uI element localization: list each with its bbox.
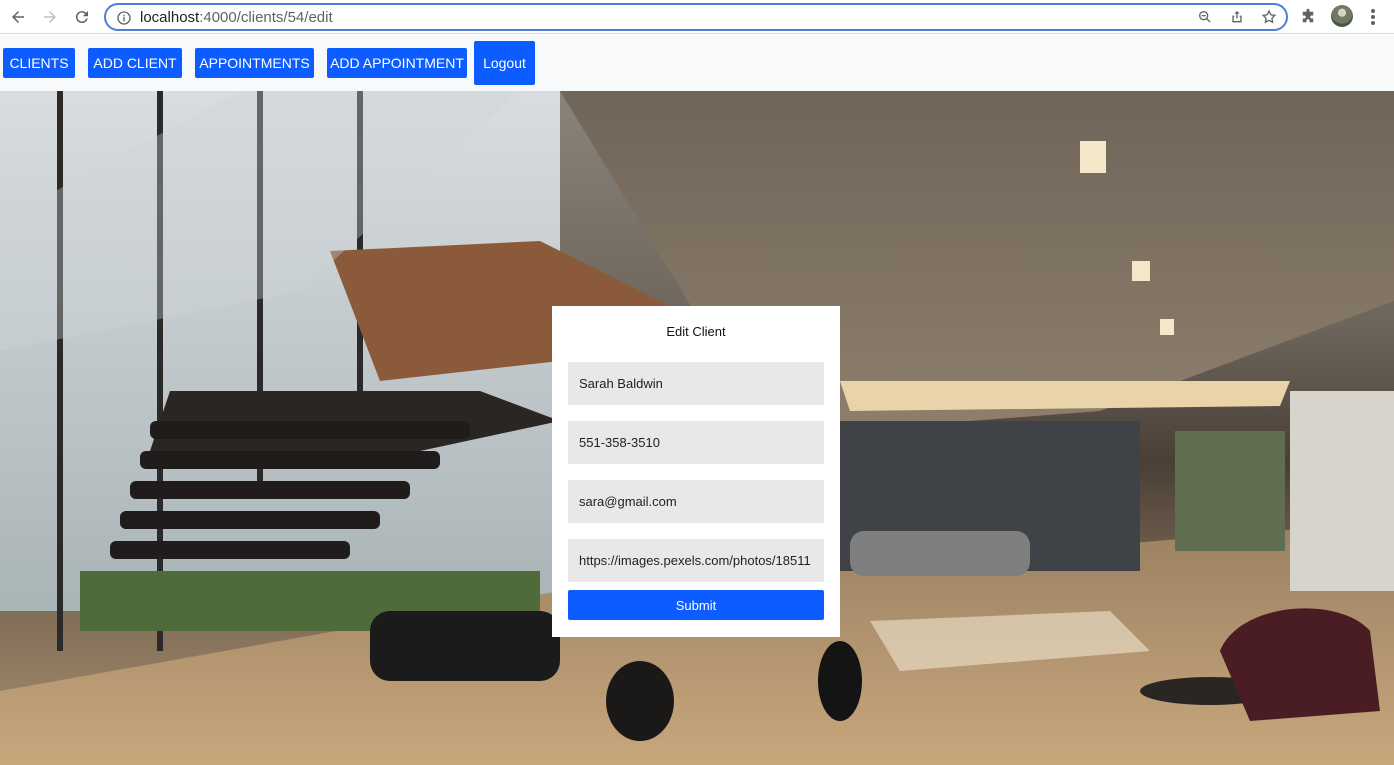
logout-button[interactable]: Logout — [474, 41, 535, 85]
app-navbar: CLIENTS ADD CLIENT APPOINTMENTS ADD APPO… — [0, 35, 1394, 91]
submit-button[interactable]: Submit — [568, 590, 824, 620]
zoom-icon[interactable] — [1196, 8, 1214, 26]
reload-icon — [75, 11, 88, 24]
nav-add-client-button[interactable]: ADD CLIENT — [88, 48, 182, 78]
nav-clients-button[interactable]: CLIENTS — [3, 48, 75, 78]
email-input[interactable] — [568, 480, 824, 523]
phone-input[interactable] — [568, 421, 824, 464]
info-icon[interactable] — [116, 10, 132, 26]
bookmark-star-icon[interactable] — [1260, 8, 1278, 26]
nav-appointments-button[interactable]: APPOINTMENTS — [195, 48, 314, 78]
arrow-right-icon — [44, 11, 56, 23]
address-bar[interactable]: localhost:4000/clients/54/edit — [104, 3, 1288, 31]
edit-client-card: Edit Client Submit — [552, 306, 840, 637]
arrow-left-icon — [12, 11, 24, 23]
browser-toolbar: localhost:4000/clients/54/edit — [0, 0, 1394, 34]
back-button[interactable] — [6, 5, 30, 29]
nav-add-appointment-button[interactable]: ADD APPOINTMENT — [327, 48, 467, 78]
share-icon[interactable] — [1228, 8, 1246, 26]
forward-button[interactable] — [38, 5, 62, 29]
form-title: Edit Client — [666, 324, 726, 339]
extensions-puzzle-icon[interactable] — [1299, 8, 1317, 26]
image-url-input[interactable] — [568, 539, 824, 582]
reload-button[interactable] — [70, 5, 94, 29]
more-vert-icon[interactable] — [1366, 7, 1380, 27]
profile-avatar[interactable] — [1331, 5, 1353, 27]
url-text[interactable]: localhost:4000/clients/54/edit — [140, 9, 333, 26]
name-input[interactable] — [568, 362, 824, 405]
